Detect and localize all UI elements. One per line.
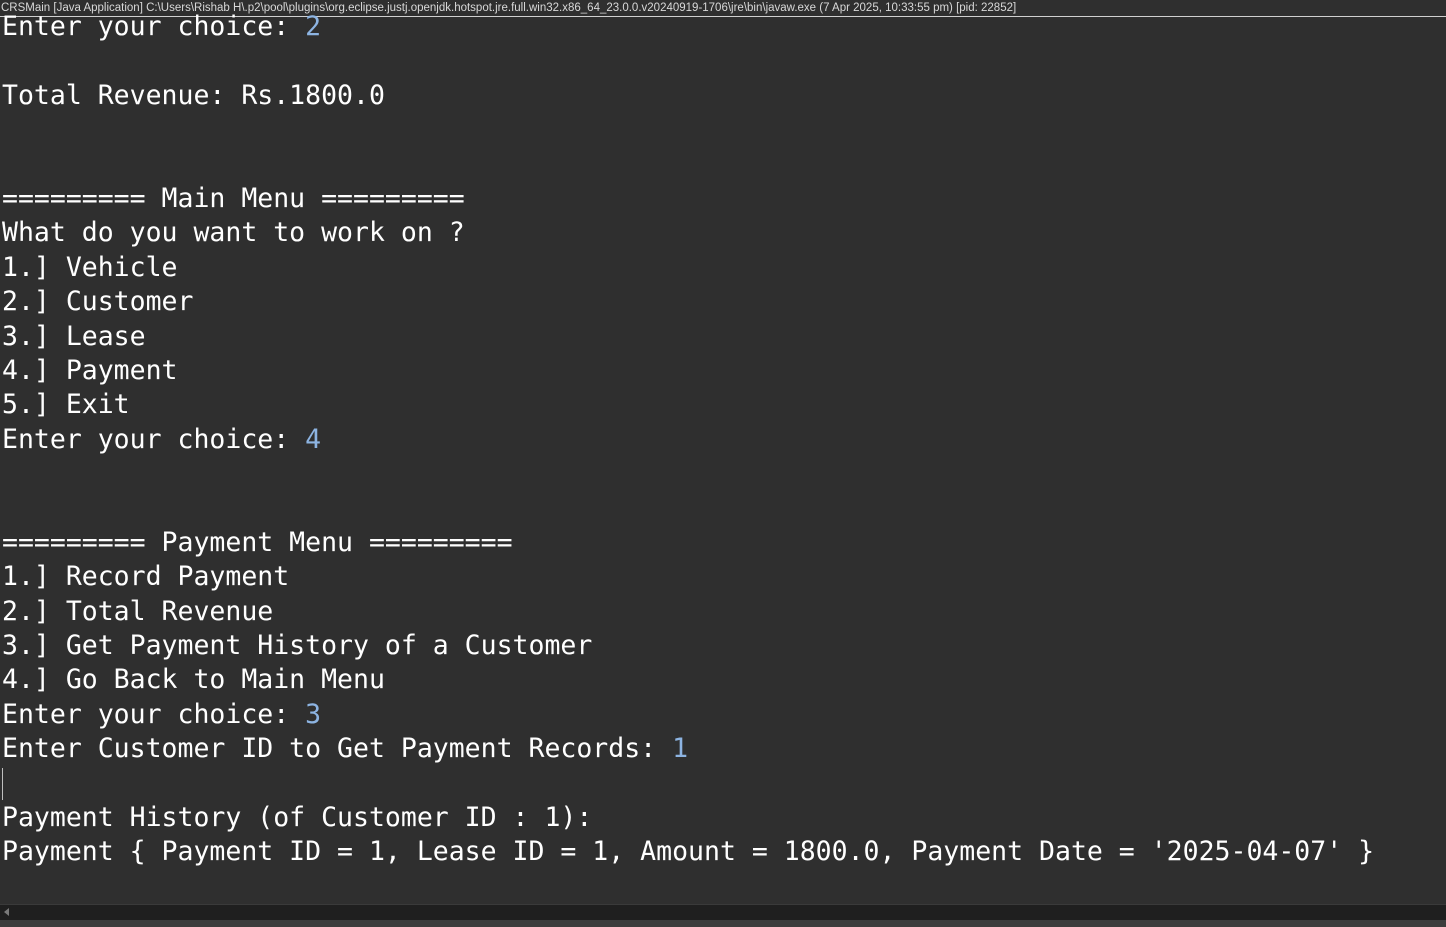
console-line: Total Revenue: Rs.1800.0 bbox=[2, 79, 1442, 113]
console-output-text: What do you want to work on ? bbox=[2, 217, 465, 249]
console-output[interactable]: Enter your choice: 2 Total Revenue: Rs.18… bbox=[2, 10, 1442, 900]
console-line: ========= Main Menu ========= bbox=[2, 182, 1442, 216]
console-output-text: Payment { Payment ID = 1, Lease ID = 1, … bbox=[2, 836, 1375, 868]
console-output-text: Enter Customer ID to Get Payment Records… bbox=[2, 733, 673, 765]
console-output-text: Payment History (of Customer ID : 1): bbox=[2, 801, 593, 833]
scroll-left-arrow-icon[interactable] bbox=[4, 908, 9, 916]
console-output-text: 5.] Exit bbox=[2, 389, 130, 421]
console-output-text: Enter your choice: bbox=[2, 698, 306, 730]
console-line: 2.] Customer bbox=[2, 285, 1442, 319]
console-line: 1.] Vehicle bbox=[2, 251, 1442, 285]
console-output-text: ========= Main Menu ========= bbox=[2, 182, 465, 214]
console-line: 3.] Get Payment History of a Customer bbox=[2, 629, 1442, 663]
console-output-text: Enter your choice: bbox=[2, 11, 306, 42]
console-line: Enter your choice: 3 bbox=[2, 698, 1442, 732]
console-line: Enter Customer ID to Get Payment Records… bbox=[2, 732, 1442, 766]
console-output-text: 4.] Go Back to Main Menu bbox=[2, 664, 385, 696]
console-output-text: 2.] Customer bbox=[2, 286, 194, 318]
console-line: ========= Payment Menu ========= bbox=[2, 526, 1442, 560]
console-line: 3.] Lease bbox=[2, 320, 1442, 354]
console-user-input: 4 bbox=[305, 423, 322, 455]
console-output-text: 4.] Payment bbox=[2, 354, 178, 386]
console-window: CRSMain [Java Application] C:\Users\Rish… bbox=[0, 0, 1446, 927]
console-line: 4.] Payment bbox=[2, 354, 1442, 388]
console-line: 2.] Total Revenue bbox=[2, 595, 1442, 629]
horizontal-scrollbar[interactable] bbox=[0, 904, 1446, 920]
console-line: Enter your choice: 4 bbox=[2, 423, 1442, 457]
console-output-text: Enter your choice: bbox=[2, 423, 306, 455]
console-user-input: 3 bbox=[305, 698, 322, 730]
console-output-text: 1.] Vehicle bbox=[2, 251, 178, 283]
bottom-border bbox=[0, 920, 1446, 927]
console-output-text: ========= Payment Menu ========= bbox=[2, 526, 513, 558]
console-output-text: 1.] Record Payment bbox=[2, 561, 290, 593]
console-user-input: 1 bbox=[672, 733, 689, 765]
text-cursor bbox=[2, 768, 3, 800]
console-output-text: Total Revenue: Rs.1800.0 bbox=[2, 79, 385, 111]
console-line: Enter your choice: 2 bbox=[2, 10, 1442, 44]
console-output-text: 2.] Total Revenue bbox=[2, 595, 274, 627]
console-line: Payment { Payment ID = 1, Lease ID = 1, … bbox=[2, 835, 1442, 869]
console-line: Payment History (of Customer ID : 1): bbox=[2, 801, 1442, 835]
console-line: 1.] Record Payment bbox=[2, 560, 1442, 594]
console-user-input: 2 bbox=[305, 11, 322, 42]
console-output-text: 3.] Get Payment History of a Customer bbox=[2, 630, 593, 662]
console-line: 4.] Go Back to Main Menu bbox=[2, 663, 1442, 697]
console-output-text: 3.] Lease bbox=[2, 320, 146, 352]
console-line: What do you want to work on ? bbox=[2, 216, 1442, 250]
console-line: 5.] Exit bbox=[2, 388, 1442, 422]
